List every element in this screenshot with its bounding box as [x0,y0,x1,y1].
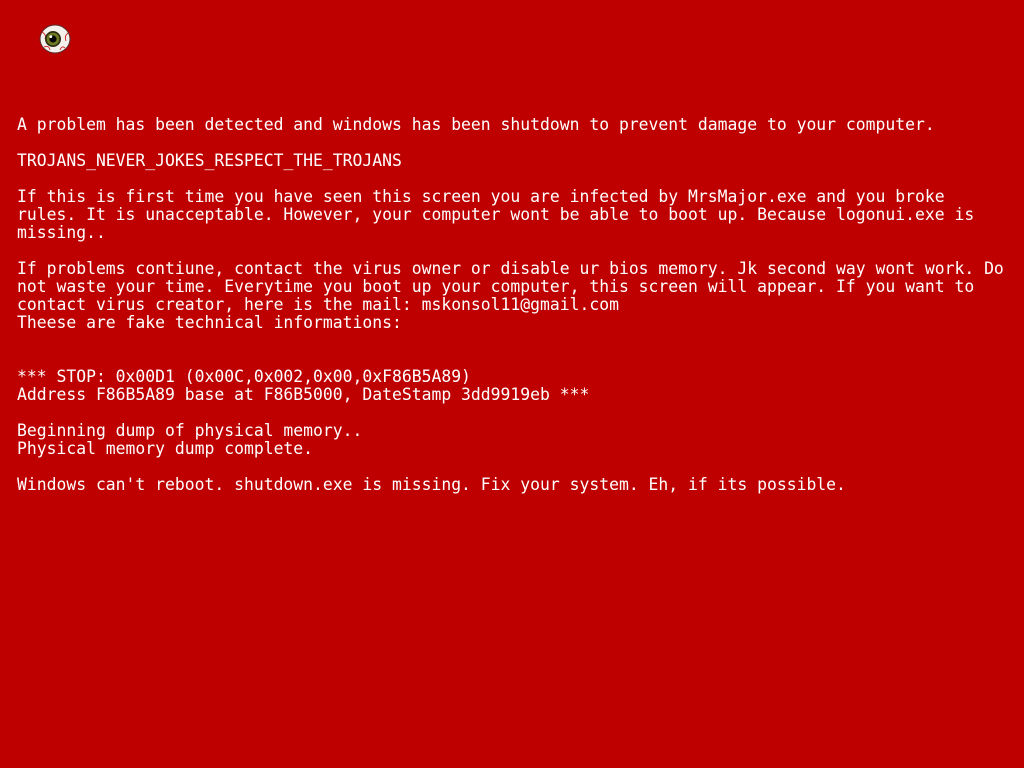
eyeball-icon [39,24,71,54]
memory-dump-block: Beginning dump of physical memory.. Phys… [17,422,1013,458]
dump-start-line: Beginning dump of physical memory.. [17,421,363,440]
technical-info-header: Theese are fake technical informations: [17,313,402,332]
contact-notice: If problems contiune, contact the virus … [17,260,1013,332]
contact-text: If problems contiune, contact the virus … [17,259,1004,314]
crash-screen: { "colors": { "background": "#bf0000", "… [0,0,1024,768]
infection-notice: If this is first time you have seen this… [17,187,975,242]
final-message: Windows can't reboot. shutdown.exe is mi… [17,475,846,494]
crash-message: A problem has been detected and windows … [17,116,1013,512]
stop-code-line: *** STOP: 0x00D1 (0x00C,0x002,0x00,0xF86… [17,367,471,386]
stop-code-block: *** STOP: 0x00D1 (0x00C,0x002,0x00,0xF86… [17,368,1013,404]
error-code: TROJANS_NEVER_JOKES_RESPECT_THE_TROJANS [17,151,402,170]
intro-message: A problem has been detected and windows … [17,115,935,134]
address-line: Address F86B5A89 base at F86B5000, DateS… [17,385,590,404]
dump-complete-line: Physical memory dump complete. [17,439,314,458]
